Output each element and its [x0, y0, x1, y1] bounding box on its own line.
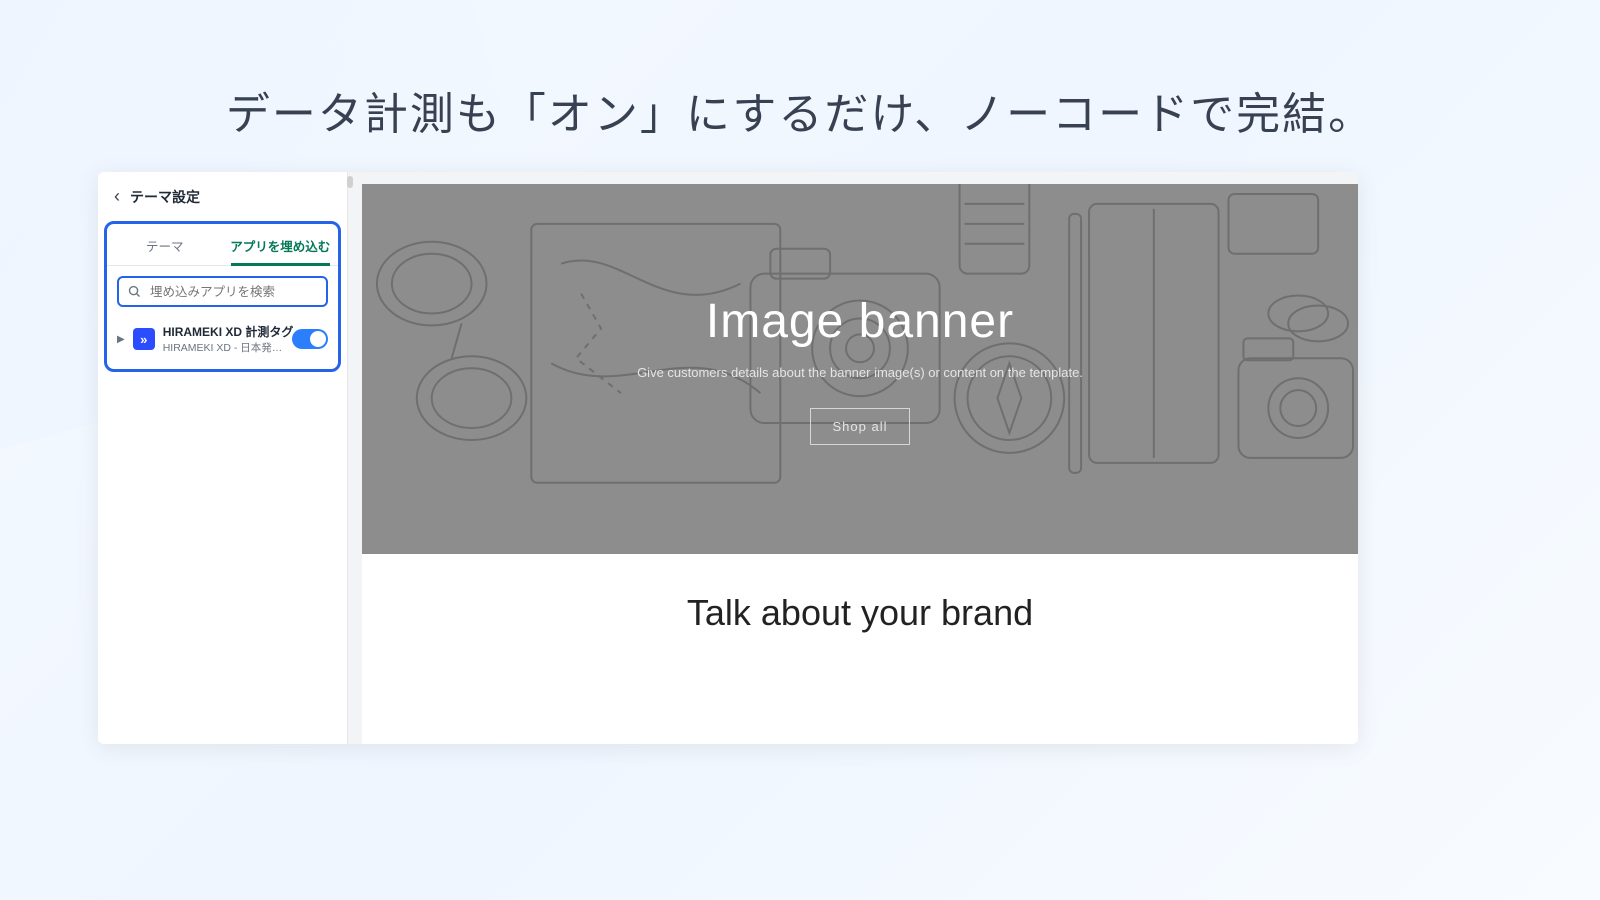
- search-row: [107, 266, 338, 313]
- tab-theme[interactable]: テーマ: [107, 224, 223, 265]
- search-icon: [127, 284, 142, 299]
- shop-all-button[interactable]: Shop all: [810, 408, 911, 445]
- scrollbar-thumb[interactable]: [347, 176, 353, 188]
- expand-caret-icon[interactable]: ▶: [117, 334, 125, 345]
- app-icon: »: [133, 328, 155, 350]
- theme-preview: Image banner Give customers details abou…: [348, 172, 1358, 744]
- search-input[interactable]: [150, 285, 318, 299]
- app-window: ‹ テーマ設定 テーマ アプリを埋め込む ▶ »: [98, 172, 1358, 744]
- embed-apps-panel: テーマ アプリを埋め込む ▶ » HIRAMEKI XD 計測タグ HIRAME: [104, 221, 341, 372]
- app-name: HIRAMEKI XD 計測タグ: [163, 323, 284, 340]
- banner-subtitle: Give customers details about the banner …: [637, 365, 1083, 380]
- sidebar-title: テーマ設定: [130, 187, 200, 207]
- page-headline: データ計測も「オン」にするだけ、ノーコードで完結。: [0, 78, 1600, 142]
- app-embed-row[interactable]: ▶ » HIRAMEKI XD 計測タグ HIRAMEKI XD - 日本発のE…: [107, 313, 338, 359]
- theme-settings-sidebar: ‹ テーマ設定 テーマ アプリを埋め込む ▶ »: [98, 172, 348, 744]
- tab-embed-app[interactable]: アプリを埋め込む: [223, 224, 339, 265]
- app-labels: HIRAMEKI XD 計測タグ HIRAMEKI XD - 日本発のEコ...: [163, 323, 284, 355]
- sidebar-tabs: テーマ アプリを埋め込む: [107, 224, 338, 266]
- brand-heading: Talk about your brand: [687, 592, 1033, 634]
- app-subtitle: HIRAMEKI XD - 日本発のEコ...: [163, 340, 284, 355]
- sidebar-header: ‹ テーマ設定: [98, 172, 347, 217]
- back-chevron-icon[interactable]: ‹: [114, 186, 120, 207]
- search-box[interactable]: [117, 276, 328, 307]
- banner-title: Image banner: [706, 294, 1014, 349]
- brand-section: Talk about your brand: [362, 554, 1358, 744]
- app-enable-toggle[interactable]: [292, 329, 328, 349]
- image-banner-section: Image banner Give customers details abou…: [362, 184, 1358, 554]
